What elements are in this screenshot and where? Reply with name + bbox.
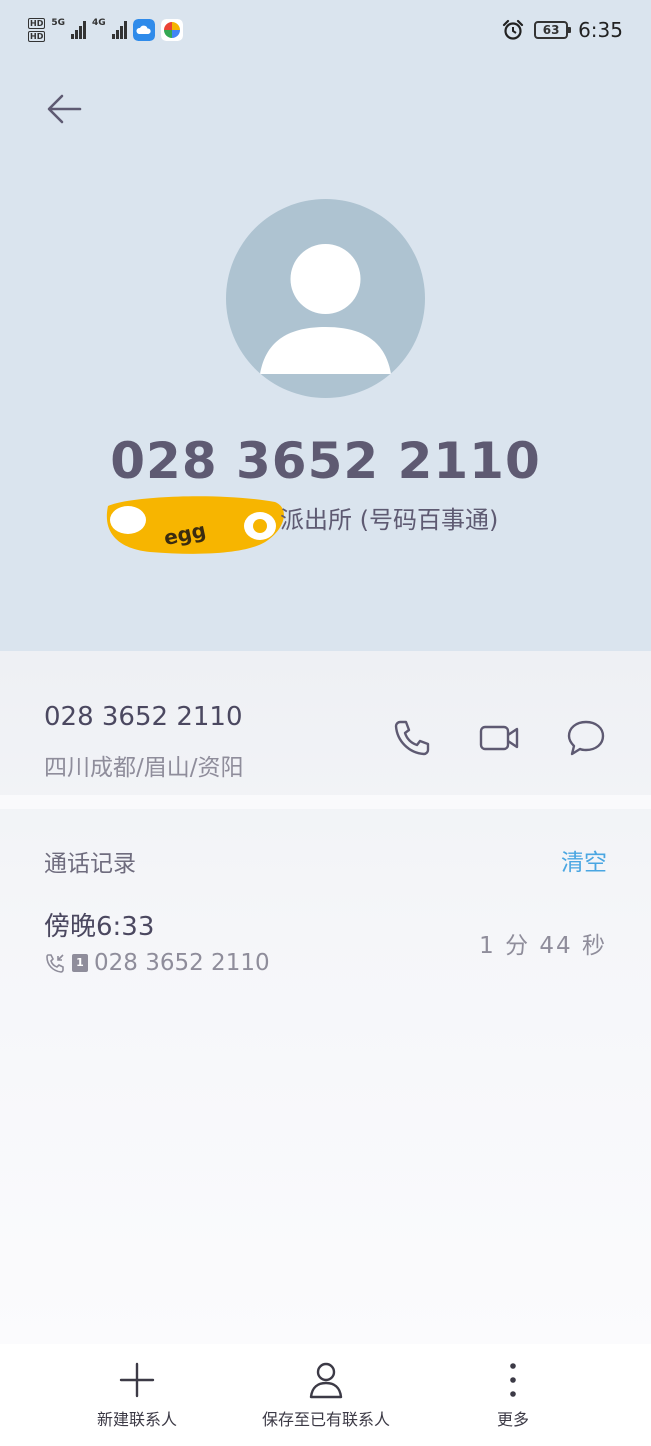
call-log-time: 傍晚6:33 xyxy=(44,912,155,942)
call-log-title: 通话记录 xyxy=(44,851,136,877)
call-phone-icon[interactable] xyxy=(390,716,434,760)
bottom-action-bar: 新建联系人 保存至已有联系人 更多 xyxy=(0,1344,651,1446)
back-arrow-icon[interactable] xyxy=(40,86,88,134)
person-silhouette-icon xyxy=(260,244,391,374)
network-4g-label: 4G xyxy=(92,18,106,28)
network-5g-label: 5G xyxy=(51,18,65,28)
status-bar: HD HD 5G 4G 63 6:35 xyxy=(0,0,651,60)
call-log-detail: 1 028 3652 2110 xyxy=(44,949,270,977)
signal-icon xyxy=(111,21,127,39)
video-call-icon[interactable] xyxy=(477,716,521,760)
call-log-number: 028 3652 2110 xyxy=(94,950,270,976)
clear-call-log-button[interactable]: 清空 xyxy=(561,843,607,877)
cloud-app-icon xyxy=(132,19,155,41)
contact-header: HD HD 5G 4G 63 6:35 028 3652 2110 egg 派出… xyxy=(0,0,651,651)
incoming-call-icon xyxy=(46,954,64,973)
person-icon xyxy=(309,1362,343,1399)
more-vertical-icon xyxy=(510,1363,516,1397)
save-to-existing-button[interactable]: 保存至已有联系人 xyxy=(246,1344,406,1446)
number-location: 四川成都/眉山/资阳 xyxy=(44,755,244,781)
sim-badge: 1 xyxy=(72,954,88,972)
save-to-existing-label: 保存至已有联系人 xyxy=(261,1410,390,1429)
number-tag-label: 派出所 (号码百事通) xyxy=(280,506,499,534)
number-entry[interactable]: 028 3652 2110 xyxy=(44,702,243,732)
contact-avatar xyxy=(226,199,425,398)
more-button[interactable]: 更多 xyxy=(478,1344,548,1446)
status-right: 63 6:35 xyxy=(502,16,623,44)
plus-icon xyxy=(119,1362,155,1398)
new-contact-button[interactable]: 新建联系人 xyxy=(80,1344,194,1446)
pinwheel-app-icon xyxy=(160,19,183,41)
hd-badge: HD xyxy=(28,18,46,29)
number-tag: egg 派出所 (号码百事通) xyxy=(100,494,560,554)
battery-indicator: 63 xyxy=(534,21,572,39)
hd-badges: HD HD xyxy=(28,18,46,42)
more-label: 更多 xyxy=(496,1410,529,1429)
call-log-duration: 1 分 44 秒 xyxy=(479,933,607,959)
status-left: HD HD 5G 4G xyxy=(28,16,183,44)
signal-icon xyxy=(71,21,86,39)
status-time: 6:35 xyxy=(578,18,623,42)
alarm-icon xyxy=(502,19,524,40)
contact-phone-number: 028 3652 2110 xyxy=(110,432,541,490)
sticker-overlay: egg xyxy=(106,496,284,554)
section-divider xyxy=(0,795,651,809)
message-icon[interactable] xyxy=(564,716,608,760)
hd-badge: HD xyxy=(28,31,46,42)
new-contact-label: 新建联系人 xyxy=(96,1410,177,1429)
